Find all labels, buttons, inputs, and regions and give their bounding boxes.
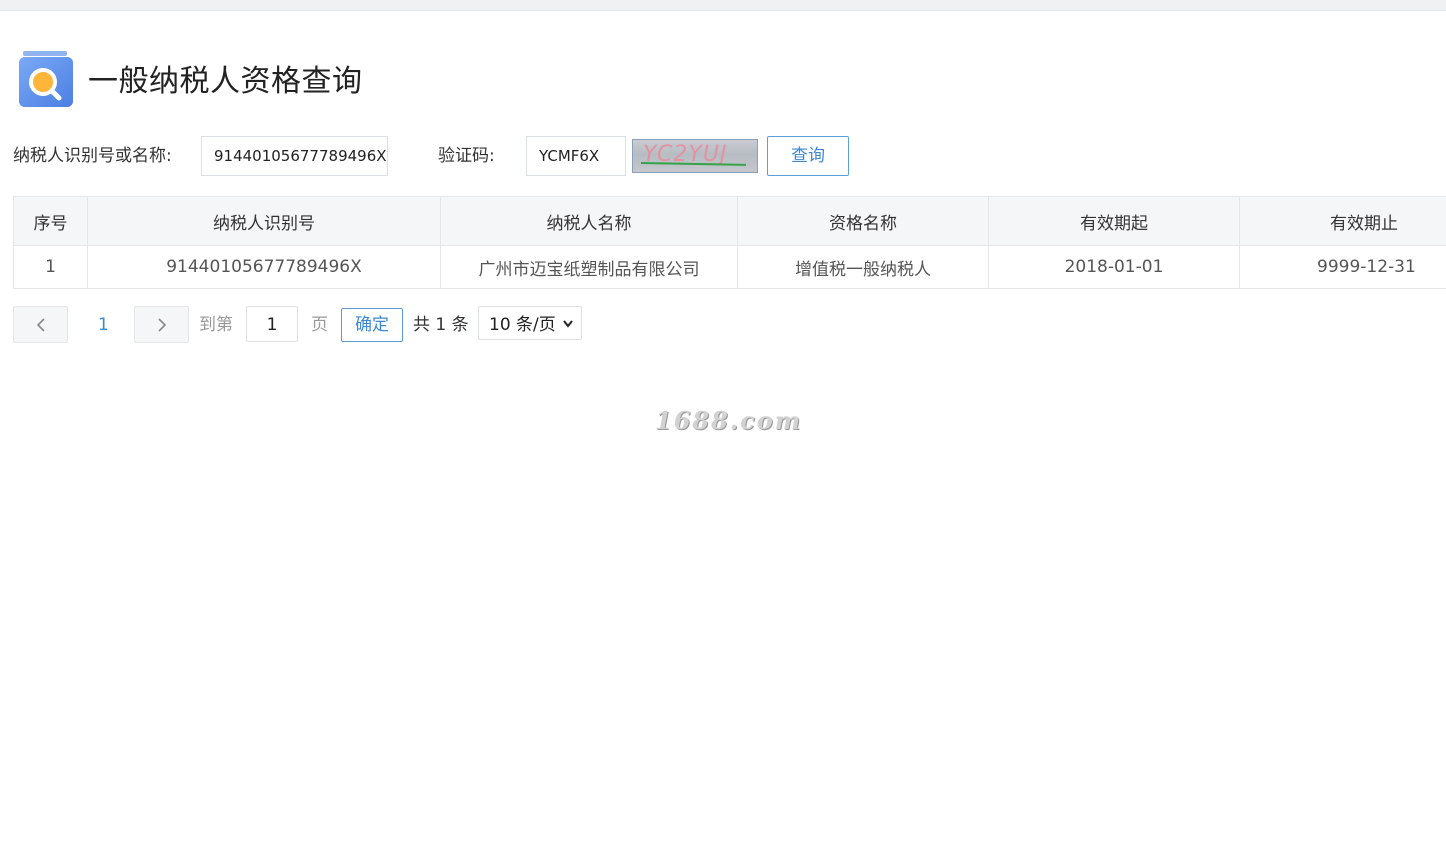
column-header-taxpayer-id: 纳税人识别号 [87, 196, 441, 246]
column-header-valid-to: 有效期止 [1239, 196, 1446, 246]
search-form: 纳税人识别号或名称: 91440105677789496X 验证码: YCMF6… [13, 136, 1013, 176]
column-header-taxpayer-name: 纳税人名称 [440, 196, 738, 246]
column-header-valid-from: 有效期起 [988, 196, 1240, 246]
cell-taxpayer-name: 广州市迈宝纸塑制品有限公司 [440, 245, 738, 289]
cell-qualification: 增值税一般纳税人 [737, 245, 989, 289]
watermark: 1688.com [655, 406, 803, 435]
chevron-down-icon [563, 320, 573, 328]
taxpayer-label: 纳税人识别号或名称: [13, 146, 172, 166]
captcha-input[interactable]: YCMF6X [526, 136, 626, 176]
captcha-image[interactable]: YC2YUJ [632, 139, 758, 173]
search-document-icon [17, 49, 73, 107]
cell-taxpayer-id: 91440105677789496X [87, 245, 441, 289]
pagination: 1 到第 1 页 确定 共 1 条 10 条/页 [13, 306, 713, 343]
chevron-right-icon [157, 317, 166, 332]
goto-page-input[interactable]: 1 [246, 306, 298, 342]
goto-confirm-button[interactable]: 确定 [341, 308, 403, 342]
page-size-value: 10 条/页 [489, 315, 556, 335]
results-table: 序号 纳税人识别号 纳税人名称 资格名称 有效期起 有效期止 1 9144010… [13, 196, 1446, 289]
column-header-index: 序号 [13, 196, 88, 246]
goto-label: 到第 [199, 315, 233, 335]
top-bar [0, 0, 1446, 11]
next-page-button[interactable] [134, 306, 189, 343]
cell-valid-to: 9999-12-31 [1239, 245, 1446, 289]
page-unit-label: 页 [311, 315, 328, 335]
column-header-qualification: 资格名称 [737, 196, 989, 246]
page-number-current[interactable]: 1 [98, 306, 109, 342]
cell-valid-from: 2018-01-01 [988, 245, 1240, 289]
table-header-row: 序号 纳税人识别号 纳税人名称 资格名称 有效期起 有效期止 [13, 196, 1446, 246]
page-title: 一般纳税人资格查询 [88, 64, 363, 99]
prev-page-button[interactable] [13, 306, 68, 343]
query-button[interactable]: 查询 [767, 136, 849, 176]
page-size-select[interactable]: 10 条/页 [478, 306, 582, 340]
page-header: 一般纳税人资格查询 [17, 48, 363, 108]
cell-index: 1 [13, 245, 88, 289]
table-row: 1 91440105677789496X 广州市迈宝纸塑制品有限公司 增值税一般… [13, 245, 1446, 289]
captcha-label: 验证码: [438, 146, 495, 166]
taxpayer-input[interactable]: 91440105677789496X [201, 136, 388, 176]
chevron-left-icon [36, 317, 45, 332]
total-count: 共 1 条 [413, 315, 469, 335]
